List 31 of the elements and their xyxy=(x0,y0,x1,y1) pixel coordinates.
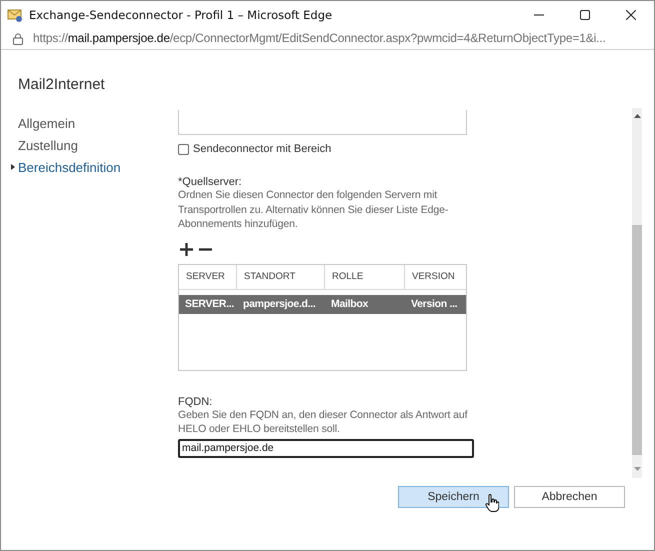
window-title: Exchange-Sendeconnector - Profil 1 – Microsoft Edge xyxy=(29,8,334,22)
table-row[interactable]: SERVER... pampersjoe.d... Mailbox Version ... xyxy=(179,294,466,314)
field-label: *Quellserver: xyxy=(178,176,243,188)
scoped-checkbox[interactable]: Sendeconnector mit Bereich xyxy=(178,143,474,155)
table-cell-text: pampersjoe.d... xyxy=(242,296,317,312)
field-label: FQDN: xyxy=(178,396,214,408)
table-cell-text: Version ... xyxy=(410,296,458,312)
fqdn-input[interactable]: mail.pampersjoe.de xyxy=(178,438,474,458)
nav-item[interactable]: Bereichsdefinition xyxy=(9,158,178,176)
add-icon[interactable] xyxy=(180,242,193,256)
scroll-up-icon[interactable] xyxy=(634,114,640,119)
dialog-button[interactable]: Speichern xyxy=(398,486,509,508)
nav-item[interactable]: Zustellung xyxy=(18,136,178,154)
column-header[interactable]: VERSION xyxy=(405,264,466,288)
maximize-icon[interactable] xyxy=(580,10,590,20)
column-header[interactable]: SERVER xyxy=(179,264,237,288)
close-icon[interactable] xyxy=(626,10,636,20)
table-cell-text: Mailbox xyxy=(330,296,370,312)
page-heading: Mail2Internet xyxy=(18,76,106,95)
table-cell-text: SERVER... xyxy=(184,296,236,312)
help-text: Ordnen Sie diesen Connector den folgenden Servern mit Transportrollen zu. Alternativ können Sie dieser Liste Edge-Abonnements hinzufügen. xyxy=(178,188,450,232)
mail-icon xyxy=(7,8,23,22)
lock-icon xyxy=(13,32,23,44)
dialog-button[interactable]: Abbrechen xyxy=(514,486,625,508)
nav-item[interactable]: Allgemein xyxy=(18,114,178,132)
address-url[interactable]: https://mail.pampersjoe.de/ecp/ConnectorMgmt/EditSendConnector.aspx?pwmcid=4&ReturnObjectType=1&i... xyxy=(33,30,606,46)
column-header[interactable]: ROLLE xyxy=(325,264,405,288)
column-header[interactable]: STANDORT xyxy=(237,264,325,288)
help-text: Geben Sie den FQDN an, den dieser Connector als Antwort auf HELO oder EHLO bereitstellen soll. xyxy=(178,408,468,436)
hand-cursor-icon xyxy=(485,494,499,512)
scrollbar[interactable] xyxy=(632,108,642,478)
